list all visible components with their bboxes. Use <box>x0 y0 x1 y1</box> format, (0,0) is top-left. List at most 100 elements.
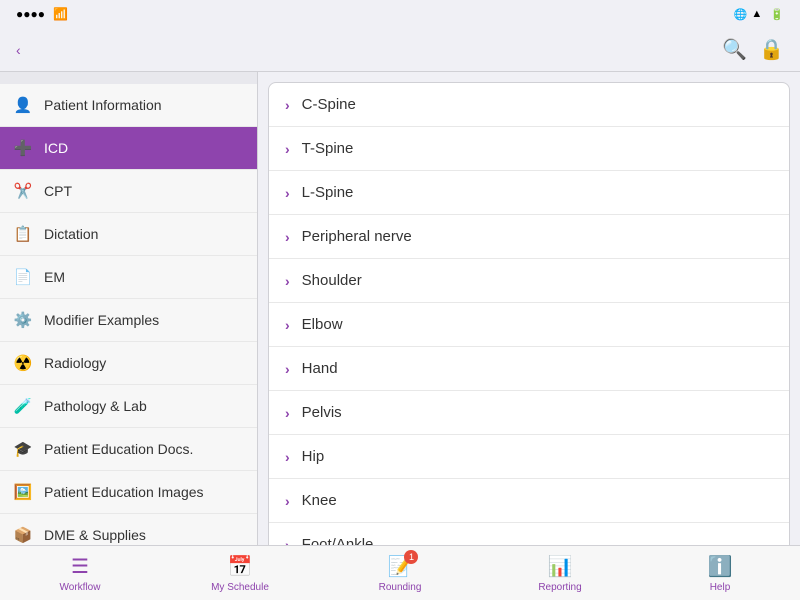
sidebar-item-icd[interactable]: ➕ ICD <box>0 127 257 170</box>
help-tab-label: Help <box>710 582 731 593</box>
battery-icon: 🔋 <box>770 8 784 21</box>
back-button[interactable]: ‹ <box>16 42 25 58</box>
rounding-tab-label: Rounding <box>379 582 422 593</box>
rounding-tab-icon: 📝1 <box>388 554 413 579</box>
content-item-label: C-Spine <box>302 96 356 113</box>
chevron-right-icon: › <box>285 141 290 157</box>
tab-help[interactable]: ℹ️ Help <box>640 554 800 593</box>
content-list-item[interactable]: › C-Spine <box>269 83 789 127</box>
content-area: › C-Spine › T-Spine › L-Spine › Peripher… <box>258 72 800 545</box>
reporting-tab-icon: 📊 <box>548 554 573 579</box>
content-item-label: Hand <box>302 360 338 377</box>
sidebar-item-dictation[interactable]: 📋 Dictation <box>0 213 257 256</box>
content-list-item[interactable]: › Elbow <box>269 303 789 347</box>
content-item-label: Foot/Ankle <box>302 536 374 545</box>
chevron-right-icon: › <box>285 273 290 289</box>
tab-badge: 1 <box>404 550 418 564</box>
em-label: EM <box>44 269 65 285</box>
content-item-label: Peripheral nerve <box>302 228 412 245</box>
my-schedule-tab-icon: 📅 <box>228 554 253 579</box>
content-list-item[interactable]: › Pelvis <box>269 391 789 435</box>
patient-edu-docs-label: Patient Education Docs. <box>44 441 193 457</box>
dictation-label: Dictation <box>44 226 98 242</box>
nav-bar: ‹ 🔍 🔒 <box>0 28 800 72</box>
chevron-right-icon: › <box>285 185 290 201</box>
content-list-item[interactable]: › Peripheral nerve <box>269 215 789 259</box>
content-list-item[interactable]: › Knee <box>269 479 789 523</box>
chevron-right-icon: › <box>285 449 290 465</box>
content-item-label: Hip <box>302 448 325 465</box>
status-bar: ●●●● 📶 🌐 ▲ 🔋 <box>0 0 800 28</box>
content-item-label: Pelvis <box>302 404 342 421</box>
content-list-item[interactable]: › L-Spine <box>269 171 789 215</box>
dme-supplies-label: DME & Supplies <box>44 527 146 543</box>
content-list-item[interactable]: › Foot/Ankle <box>269 523 789 545</box>
sidebar-section-header <box>0 72 257 84</box>
chevron-right-icon: › <box>285 97 290 113</box>
content-item-label: Elbow <box>302 316 343 333</box>
modifier-examples-icon: ⚙️ <box>12 309 34 331</box>
content-list-item[interactable]: › Hip <box>269 435 789 479</box>
signal-dots: ●●●● <box>16 7 45 21</box>
sidebar-item-radiology[interactable]: ☢️ Radiology <box>0 342 257 385</box>
workflow-tab-label: Workflow <box>60 582 101 593</box>
em-icon: 📄 <box>12 266 34 288</box>
signal-icon: ▲ <box>751 8 762 20</box>
location-icon: 🌐 <box>734 8 748 21</box>
chevron-left-icon: ‹ <box>16 42 21 58</box>
patient-edu-images-label: Patient Education Images <box>44 484 204 500</box>
content-list-item[interactable]: › Shoulder <box>269 259 789 303</box>
chevron-right-icon: › <box>285 405 290 421</box>
content-list: › C-Spine › T-Spine › L-Spine › Peripher… <box>268 82 790 545</box>
sidebar-item-pathology-lab[interactable]: 🧪 Pathology & Lab <box>0 385 257 428</box>
patient-info-icon: 👤 <box>12 94 34 116</box>
help-tab-icon: ℹ️ <box>708 554 733 579</box>
patient-edu-docs-icon: 🎓 <box>12 438 34 460</box>
sidebar-item-patient-edu-docs[interactable]: 🎓 Patient Education Docs. <box>0 428 257 471</box>
radiology-icon: ☢️ <box>12 352 34 374</box>
content-list-item[interactable]: › T-Spine <box>269 127 789 171</box>
tab-items: ☰ Workflow 📅 My Schedule 📝1 Rounding 📊 R… <box>0 554 800 593</box>
sidebar-item-dme-supplies[interactable]: 📦 DME & Supplies <box>0 514 257 545</box>
icd-label: ICD <box>44 140 68 156</box>
tab-workflow[interactable]: ☰ Workflow <box>0 554 160 593</box>
tab-bar: ☰ Workflow 📅 My Schedule 📝1 Rounding 📊 R… <box>0 545 800 600</box>
wifi-icon: 📶 <box>53 7 68 21</box>
sidebar: 👤 Patient Information ➕ ICD ✂️ CPT 📋 Dic… <box>0 72 258 545</box>
content-item-label: Knee <box>302 492 337 509</box>
patient-edu-images-icon: 🖼️ <box>12 481 34 503</box>
tab-my-schedule[interactable]: 📅 My Schedule <box>160 554 320 593</box>
pathology-lab-label: Pathology & Lab <box>44 398 147 414</box>
sidebar-item-em[interactable]: 📄 EM <box>0 256 257 299</box>
modifier-examples-label: Modifier Examples <box>44 312 159 328</box>
tab-rounding[interactable]: 📝1 Rounding <box>320 554 480 593</box>
patient-info-label: Patient Information <box>44 97 162 113</box>
nav-actions: 🔍 🔒 <box>722 37 784 62</box>
status-bar-right: 🌐 ▲ 🔋 <box>734 8 784 21</box>
cpt-label: CPT <box>44 183 72 199</box>
content-item-label: T-Spine <box>302 140 354 157</box>
workflow-tab-icon: ☰ <box>71 554 89 579</box>
cpt-icon: ✂️ <box>12 180 34 202</box>
content-list-items: › C-Spine › T-Spine › L-Spine › Peripher… <box>269 83 789 545</box>
chevron-right-icon: › <box>285 229 290 245</box>
main-layout: 👤 Patient Information ➕ ICD ✂️ CPT 📋 Dic… <box>0 72 800 545</box>
lock-icon[interactable]: 🔒 <box>759 37 784 62</box>
sidebar-item-patient-info[interactable]: 👤 Patient Information <box>0 84 257 127</box>
sidebar-item-cpt[interactable]: ✂️ CPT <box>0 170 257 213</box>
reporting-tab-label: Reporting <box>538 582 581 593</box>
chevron-right-icon: › <box>285 361 290 377</box>
sidebar-items: 👤 Patient Information ➕ ICD ✂️ CPT 📋 Dic… <box>0 84 257 545</box>
sidebar-item-patient-edu-images[interactable]: 🖼️ Patient Education Images <box>0 471 257 514</box>
radiology-label: Radiology <box>44 355 106 371</box>
my-schedule-tab-label: My Schedule <box>211 582 269 593</box>
content-list-item[interactable]: › Hand <box>269 347 789 391</box>
chevron-right-icon: › <box>285 537 290 546</box>
tab-reporting[interactable]: 📊 Reporting <box>480 554 640 593</box>
pathology-lab-icon: 🧪 <box>12 395 34 417</box>
content-item-label: L-Spine <box>302 184 354 201</box>
chevron-right-icon: › <box>285 493 290 509</box>
sidebar-item-modifier-examples[interactable]: ⚙️ Modifier Examples <box>0 299 257 342</box>
status-bar-left: ●●●● 📶 <box>16 7 68 21</box>
search-icon[interactable]: 🔍 <box>722 37 747 62</box>
